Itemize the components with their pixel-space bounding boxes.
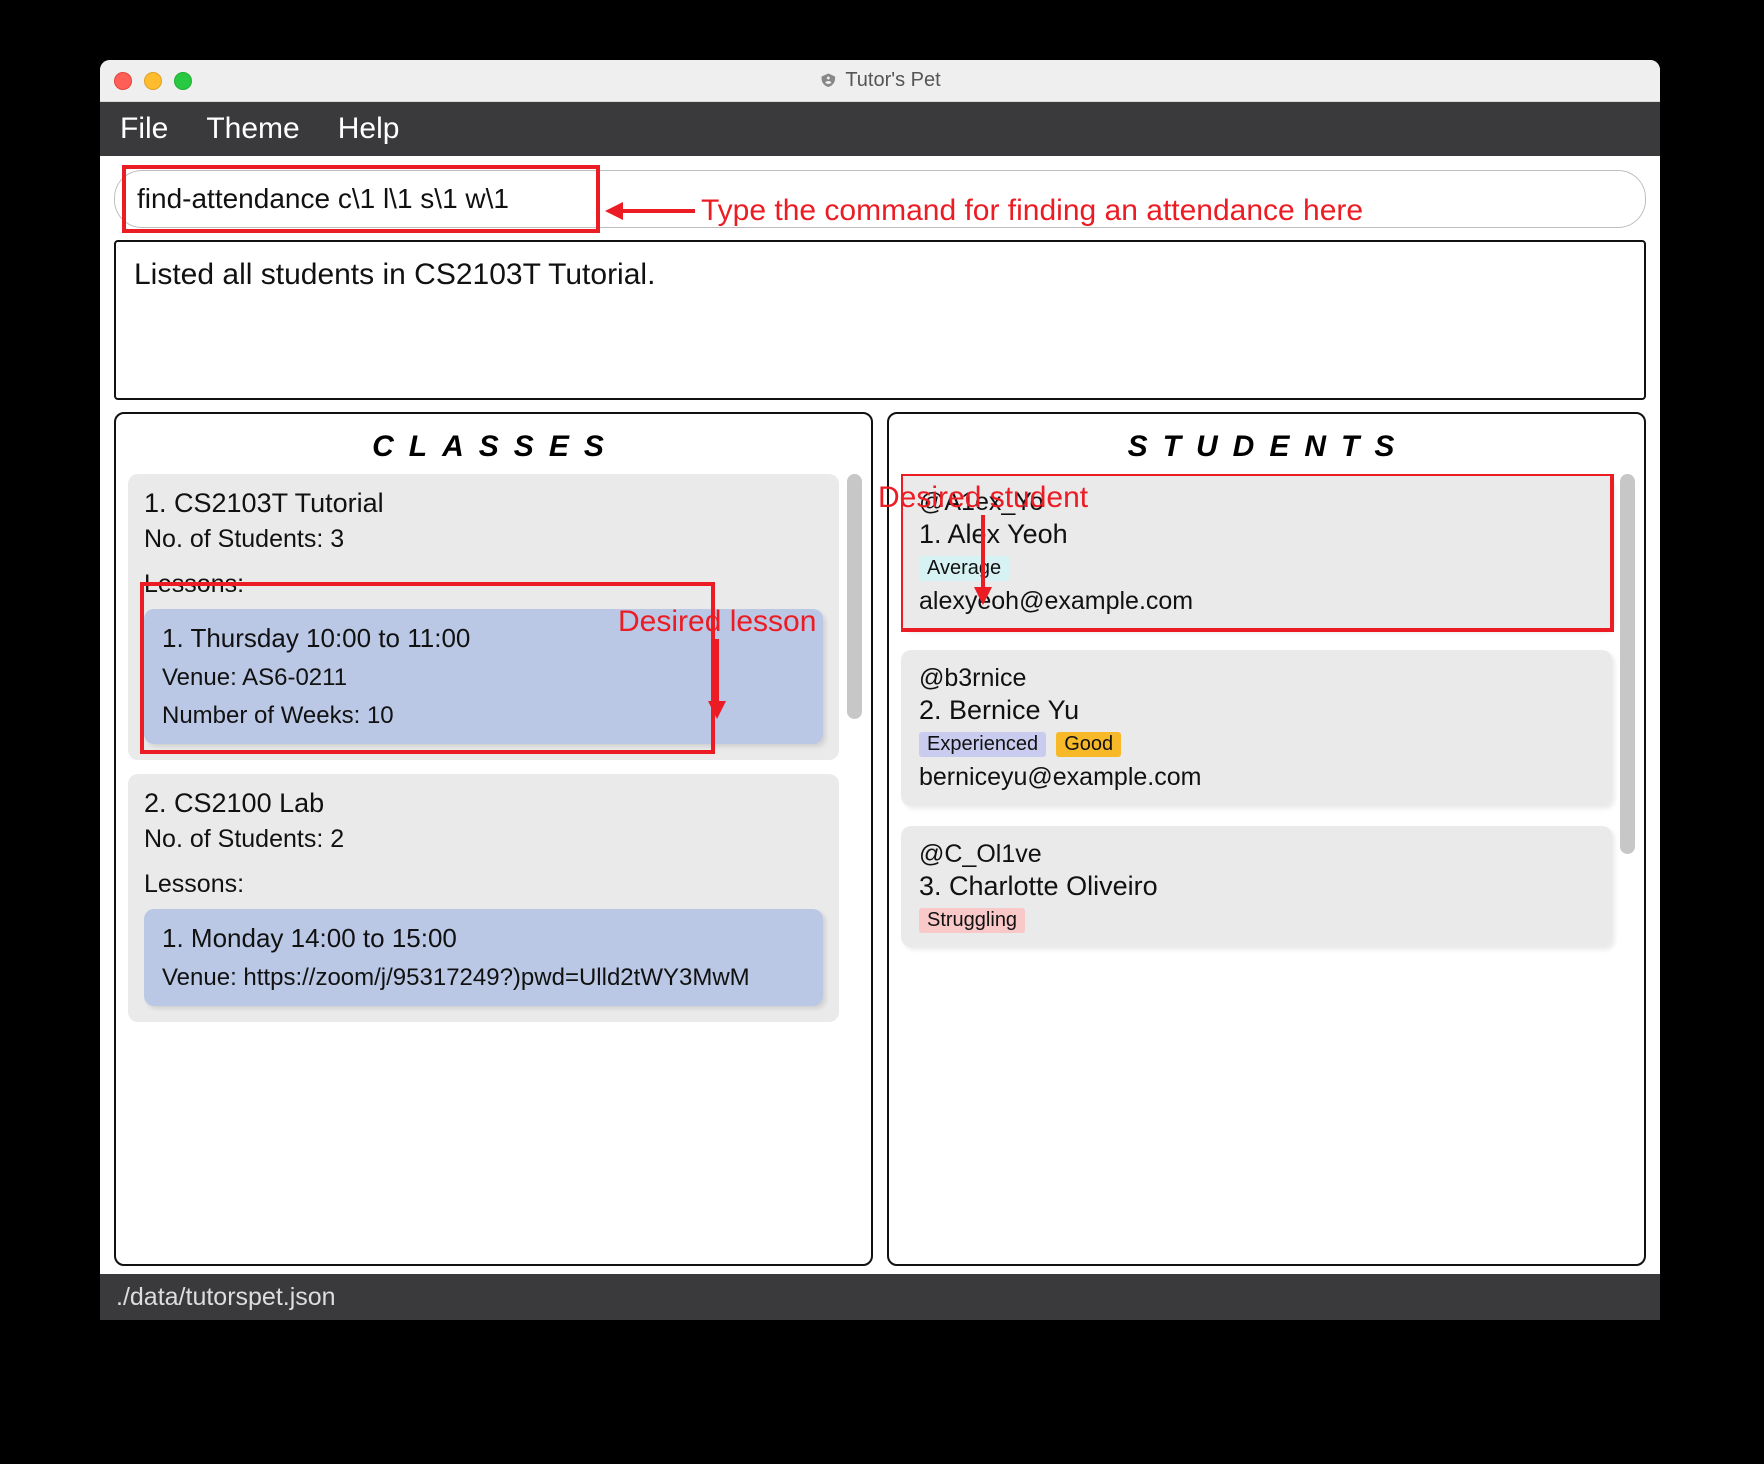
class-student-count: No. of Students: 3	[144, 525, 823, 554]
class-heading: 1. CS2103T Tutorial	[144, 488, 823, 519]
student-name: 3. Charlotte Oliveiro	[919, 871, 1594, 902]
result-message: Listed all students in CS2103T Tutorial.	[134, 258, 655, 291]
student-card[interactable]: @A1ex_Yo 1. Alex Yeoh Average alexyeoh@e…	[901, 474, 1612, 630]
class-lessons-label: Lessons:	[144, 570, 823, 599]
maximize-icon[interactable]	[174, 72, 192, 90]
window-title: Tutor's Pet	[845, 69, 940, 92]
student-name: 1. Alex Yeoh	[919, 519, 1594, 550]
tag: Struggling	[919, 908, 1025, 933]
minimize-icon[interactable]	[144, 72, 162, 90]
students-panel: STUDENTS @A1ex_Yo 1. Alex Yeoh Average a…	[887, 412, 1646, 1266]
app-logo-icon	[819, 72, 837, 90]
lesson-card[interactable]: 1. Monday 14:00 to 15:00 Venue: https://…	[144, 909, 823, 1006]
lesson-title: 1. Monday 14:00 to 15:00	[162, 923, 805, 954]
menu-help[interactable]: Help	[338, 112, 400, 146]
class-card[interactable]: 1. CS2103T Tutorial No. of Students: 3 L…	[128, 474, 839, 760]
classes-scrollbar[interactable]	[847, 474, 863, 1264]
student-email: alexyeoh@example.com	[919, 587, 1594, 616]
class-lessons-label: Lessons:	[144, 870, 823, 899]
lesson-venue: Venue: AS6-0211	[162, 664, 805, 692]
class-heading: 2. CS2100 Lab	[144, 788, 823, 819]
students-scrollbar[interactable]	[1620, 474, 1636, 1264]
statusbar: ./data/tutorspet.json	[100, 1274, 1660, 1320]
command-input[interactable]	[114, 170, 1646, 228]
students-scrollbar-thumb[interactable]	[1620, 474, 1635, 854]
classes-panel-title: CLASSES	[128, 430, 863, 464]
student-tags: Struggling	[919, 908, 1594, 933]
class-card[interactable]: 2. CS2100 Lab No. of Students: 2 Lessons…	[128, 774, 839, 1022]
tag: Average	[919, 556, 1009, 581]
class-student-count: No. of Students: 2	[144, 825, 823, 854]
student-card[interactable]: @b3rnice 2. Bernice Yu Experienced Good …	[901, 650, 1612, 806]
menu-theme[interactable]: Theme	[206, 112, 299, 146]
students-panel-title: STUDENTS	[901, 430, 1636, 464]
student-handle: @b3rnice	[919, 664, 1594, 693]
menu-file[interactable]: File	[120, 112, 168, 146]
student-handle: @C_Ol1ve	[919, 840, 1594, 869]
student-handle: @A1ex_Yo	[919, 488, 1594, 517]
student-email: berniceyu@example.com	[919, 763, 1594, 792]
classes-panel: CLASSES 1. CS2103T Tutorial No. of Stude…	[114, 412, 873, 1266]
lesson-weeks: Number of Weeks: 10	[162, 702, 805, 730]
app-window: Tutor's Pet File Theme Help Listed all s…	[100, 60, 1660, 1320]
tag: Good	[1056, 732, 1121, 757]
student-name: 2. Bernice Yu	[919, 695, 1594, 726]
result-message-box: Listed all students in CS2103T Tutorial.	[114, 240, 1646, 400]
student-tags: Average	[919, 556, 1594, 581]
lesson-card[interactable]: 1. Thursday 10:00 to 11:00 Venue: AS6-02…	[144, 609, 823, 744]
lesson-title: 1. Thursday 10:00 to 11:00	[162, 623, 805, 654]
status-path: ./data/tutorspet.json	[116, 1283, 336, 1312]
lesson-venue: Venue: https://zoom/j/95317249?)pwd=Ulld…	[162, 964, 805, 992]
close-icon[interactable]	[114, 72, 132, 90]
classes-scrollbar-thumb[interactable]	[847, 474, 862, 719]
student-card[interactable]: @C_Ol1ve 3. Charlotte Oliveiro Strugglin…	[901, 826, 1612, 947]
titlebar: Tutor's Pet	[100, 60, 1660, 102]
student-tags: Experienced Good	[919, 732, 1594, 757]
menubar: File Theme Help	[100, 102, 1660, 156]
tag: Experienced	[919, 732, 1046, 757]
